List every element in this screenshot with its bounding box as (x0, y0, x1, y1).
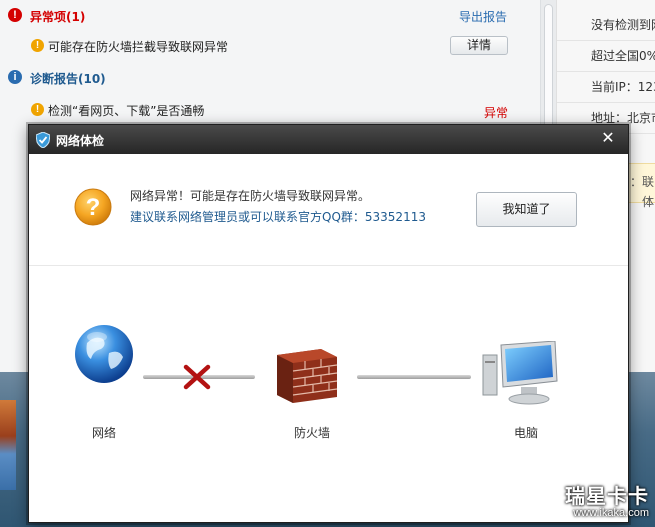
info-note: ：联 体 (625, 163, 655, 209)
node-label-network: 网络 (91, 426, 116, 440)
info-row: 当前IP：123 (557, 72, 655, 103)
globe-icon (75, 325, 133, 383)
message-area: ? 网络异常！可能是存在防火墙导致联网异常。 建议联系网络管理员或可以联系官方Q… (29, 154, 628, 266)
svg-text:?: ? (86, 194, 101, 221)
warning-icon: ! (31, 39, 44, 52)
close-icon[interactable]: ✕ (598, 128, 618, 148)
dialog-titlebar[interactable]: 网络体检 ✕ (29, 125, 628, 154)
ok-link-line (357, 375, 471, 379)
desktop-shortcut-icon[interactable] (0, 400, 16, 490)
node-label-computer: 电脑 (513, 426, 538, 440)
diagnosis-item-text: 检测“看网页、下载”是否通畅 (48, 104, 205, 118)
dialog-title: 网络体检 (56, 134, 105, 148)
watermark-brand: 瑞星卡卡 (565, 486, 649, 508)
node-label-firewall: 防火墙 (293, 426, 330, 440)
status-badge: 异常 (484, 106, 509, 120)
network-path-diagram: 网络 防火墙 电脑 (29, 267, 628, 522)
firewall-icon (277, 349, 338, 403)
network-checkup-dialog: 网络体检 ✕ ? 网络异常！可能是存在防火墙导致联网异常。 建议联系网络管理员或… (28, 124, 629, 523)
red-x-icon (183, 364, 211, 390)
diagnosis-section-title: 诊断报告(10) (30, 72, 106, 86)
abnormal-item-text: 可能存在防火墙拦截导致联网异常 (48, 40, 229, 54)
question-icon: ? (74, 188, 112, 226)
info-row: 超过全国0% (557, 41, 655, 72)
abnormal-section-title: 异常项(1) (30, 10, 86, 24)
diagnosis-section-header: i 诊断报告(10) (0, 66, 530, 90)
acknowledge-button[interactable]: 我知道了 (476, 192, 577, 227)
list-item[interactable]: ! 检测“看网页、下载”是否通畅 (0, 98, 530, 122)
support-message: 建议联系网络管理员或可以联系官方QQ群：53352113 (130, 210, 426, 224)
export-report-link[interactable]: 导出报告 (459, 8, 507, 25)
info-note-line: ：联 (630, 175, 655, 189)
error-icon: ! (8, 8, 22, 22)
watermark-url: www.ikaka.com (573, 507, 649, 519)
info-row: 没有检测到网 (557, 10, 655, 41)
watermark: 瑞星卡卡 www.ikaka.com (565, 480, 649, 519)
warning-icon: ! (31, 103, 44, 116)
info-note-line: 体 (642, 195, 655, 209)
abnormal-section-header: ! 异常项(1) (0, 4, 530, 28)
details-button[interactable]: 详情 (450, 36, 508, 55)
computer-icon (482, 341, 558, 405)
error-message: 网络异常！可能是存在防火墙导致联网异常。 (130, 189, 371, 203)
info-icon: i (8, 70, 22, 84)
shield-icon (36, 132, 50, 148)
